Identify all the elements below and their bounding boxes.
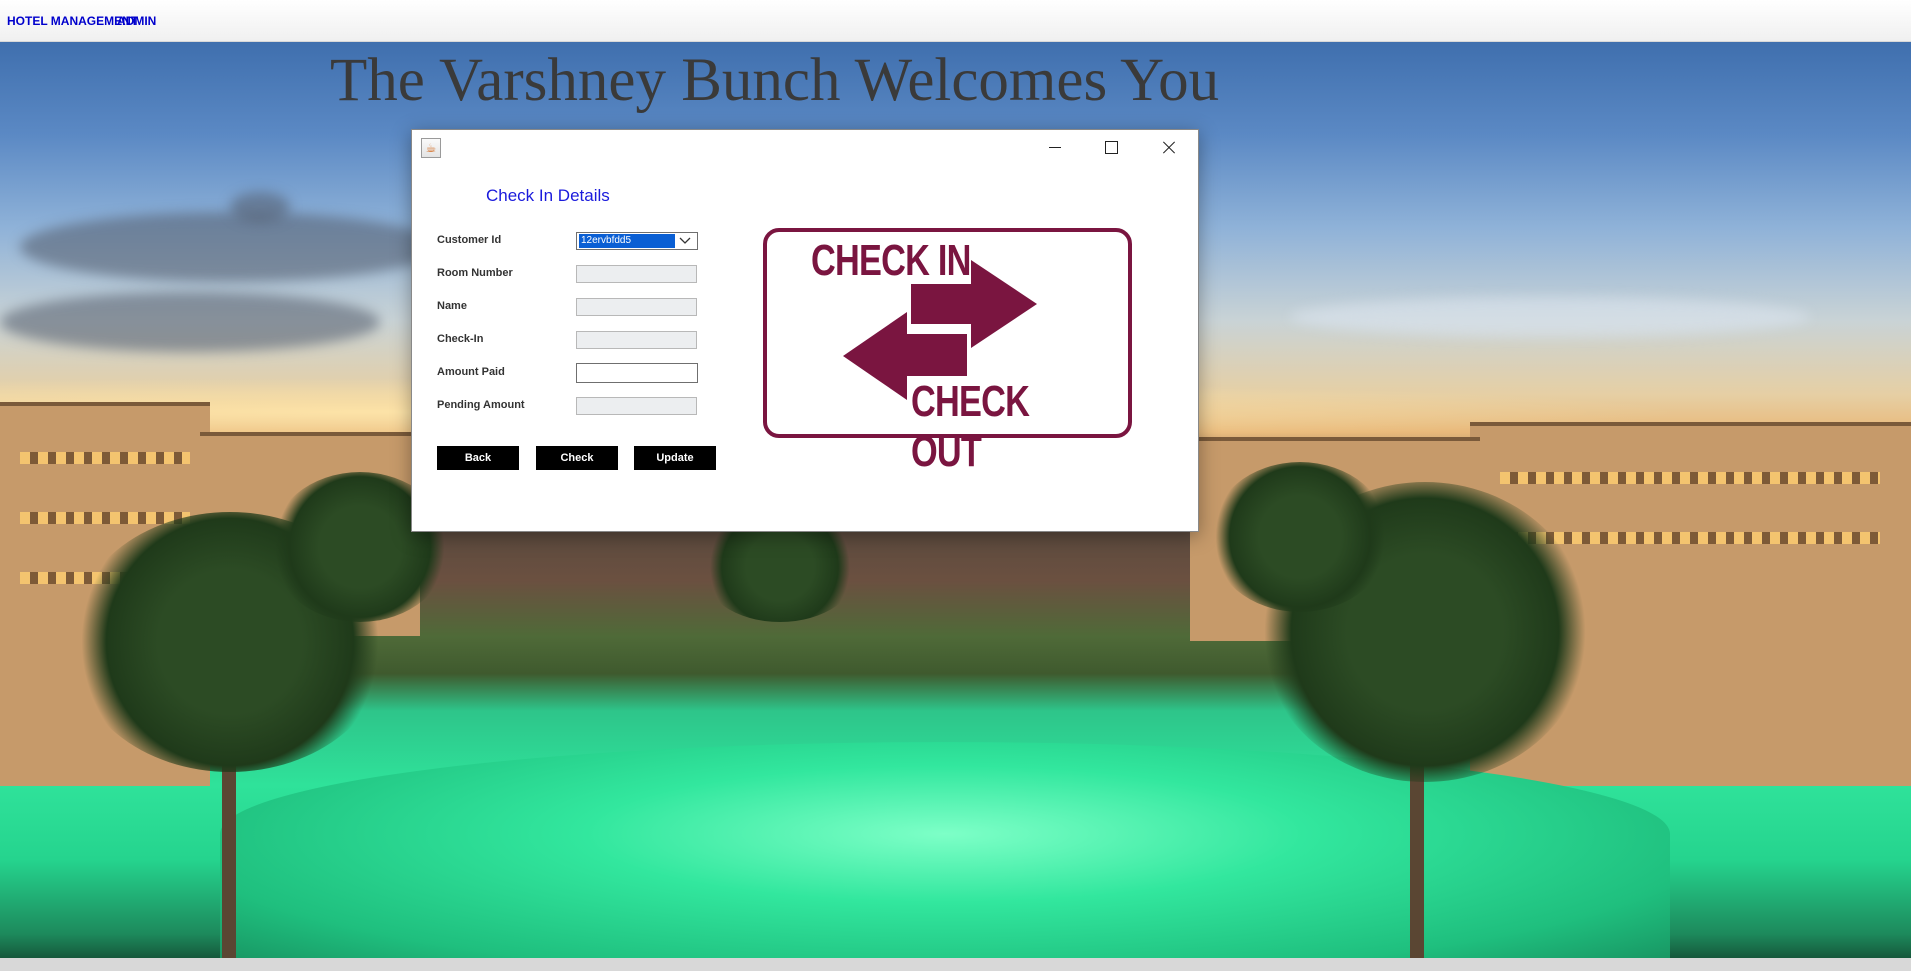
sign-check-out-text: CHECK OUT <box>911 377 1030 476</box>
minimize-icon[interactable] <box>1032 135 1078 161</box>
check-in-label: Check-In <box>437 333 484 345</box>
close-icon[interactable] <box>1145 135 1191 161</box>
building-windows <box>1500 472 1880 484</box>
cloud <box>1290 297 1810 337</box>
check-button[interactable]: Check <box>536 446 618 470</box>
amount-paid-field[interactable] <box>576 363 698 383</box>
dialog-titlebar[interactable]: ☕ <box>412 130 1198 164</box>
cloud <box>0 292 380 352</box>
name-field <box>576 298 697 316</box>
palm-tree <box>1210 462 1390 612</box>
room-number-label: Room Number <box>437 267 513 279</box>
building-windows <box>20 452 190 464</box>
back-button[interactable]: Back <box>437 446 519 470</box>
check-in-field <box>576 331 697 349</box>
bottom-strip <box>0 958 1911 971</box>
name-label: Name <box>437 300 467 312</box>
cloud <box>230 192 290 222</box>
menu-bar: HOTEL MANAGEMENT ADMIN <box>0 0 1911 42</box>
cloud <box>20 212 440 282</box>
chevron-down-icon[interactable] <box>679 235 691 245</box>
dialog-title: Check In Details <box>486 186 610 205</box>
check-in-check-out-sign: CHECK IN CHECK OUT <box>763 228 1132 476</box>
pending-amount-label: Pending Amount <box>437 399 525 411</box>
check-in-dialog: ☕ Check In Details Customer Id 12ervbfdd… <box>411 129 1199 532</box>
room-number-field <box>576 265 697 283</box>
customer-id-label: Customer Id <box>437 234 502 246</box>
menu-admin[interactable]: ADMIN <box>117 14 156 28</box>
welcome-heading: The Varshney Bunch Welcomes You <box>330 47 1220 114</box>
update-button[interactable]: Update <box>634 446 716 470</box>
pending-amount-field <box>576 397 697 415</box>
customer-id-selected-value: 12ervbfdd5 <box>578 233 676 249</box>
java-cup-icon: ☕ <box>421 138 441 158</box>
customer-id-dropdown[interactable]: 12ervbfdd5 <box>576 232 698 250</box>
amount-paid-label: Amount Paid <box>437 366 505 378</box>
maximize-icon[interactable] <box>1088 135 1134 161</box>
